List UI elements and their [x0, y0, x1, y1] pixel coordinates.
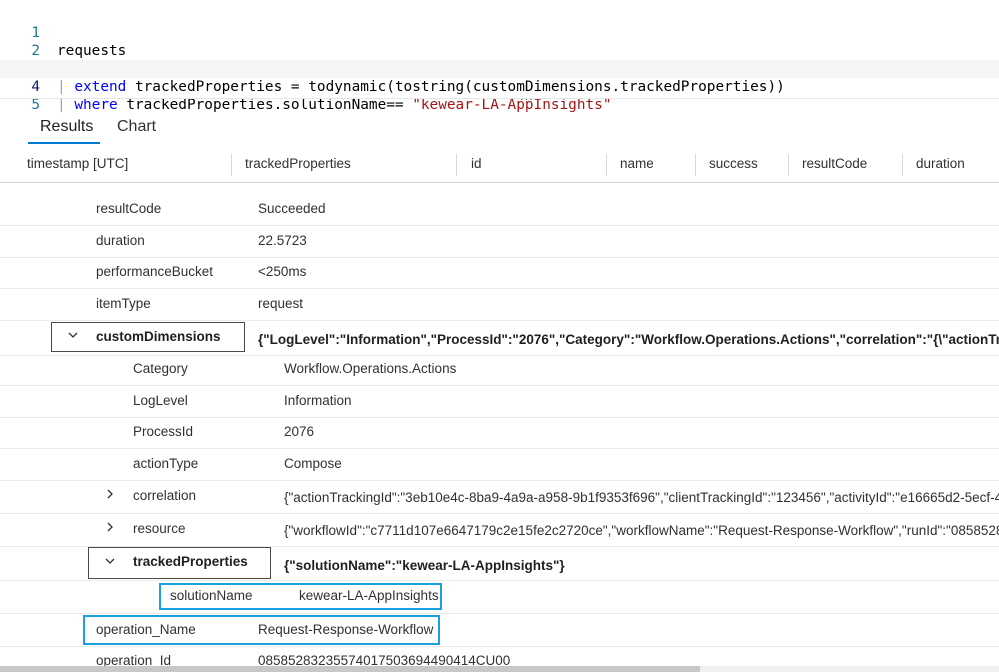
- property-key: actionType: [133, 456, 199, 471]
- property-value: {"solutionName":"kewear-LA-AppInsights"}: [284, 558, 565, 573]
- property-key: LogLevel: [133, 393, 188, 408]
- property-value: Request-Response-Workflow: [258, 622, 434, 637]
- results-table-header: timestamp [UTC] trackedProperties id nam…: [0, 146, 999, 183]
- column-divider[interactable]: [606, 154, 607, 176]
- detail-row-customdimensions[interactable]: customDimensions {"LogLevel":"Informatio…: [0, 321, 999, 356]
- query-editor[interactable]: 1 requests 2 | where operation_Name == "…: [0, 0, 999, 113]
- column-header-duration[interactable]: duration: [916, 156, 965, 171]
- property-key: trackedProperties: [133, 554, 248, 569]
- property-key: customDimensions: [96, 329, 221, 344]
- property-key: correlation: [133, 488, 197, 503]
- result-tabs: Results Chart: [0, 108, 999, 146]
- column-divider[interactable]: [788, 154, 789, 176]
- detail-row-trackedproperties[interactable]: trackedProperties {"solutionName":"kewea…: [0, 546, 999, 581]
- detail-row-operationname[interactable]: operation_Name Request-Response-Workflow: [0, 613, 999, 647]
- property-value: Succeeded: [258, 201, 326, 216]
- detail-row-itemtype[interactable]: itemType request: [0, 288, 999, 321]
- code-line-1[interactable]: 1 requests: [0, 6, 999, 59]
- detail-row-loglevel[interactable]: LogLevel Information: [0, 385, 999, 418]
- detail-row-operationid[interactable]: operation_Id 085852832355740175036944904…: [0, 646, 999, 668]
- chevron-down-icon[interactable]: [66, 329, 80, 345]
- property-key: Category: [133, 361, 188, 376]
- pane-resize-handle[interactable]: ...: [520, 88, 534, 103]
- code-line-4[interactable]: 4 | where trackedProperties.solutionName…: [0, 60, 999, 113]
- property-value: Workflow.Operations.Actions: [284, 361, 457, 376]
- property-value: {"actionTrackingId":"3eb10e4c-8ba9-4a9a-…: [284, 490, 999, 505]
- detail-row-performancebucket[interactable]: performanceBucket <250ms: [0, 256, 999, 289]
- column-header-success[interactable]: success: [709, 156, 758, 171]
- property-value: Information: [284, 393, 352, 408]
- property-key: solutionName: [170, 588, 253, 603]
- property-value: kewear-LA-AppInsights: [299, 588, 439, 603]
- property-value: <250ms: [258, 264, 307, 279]
- column-header-name[interactable]: name: [620, 156, 654, 171]
- active-tab-indicator: [28, 142, 100, 144]
- column-divider[interactable]: [456, 154, 457, 176]
- property-value: request: [258, 296, 304, 311]
- pane-splitter[interactable]: [0, 98, 999, 99]
- column-header-id[interactable]: id: [471, 156, 482, 171]
- tab-chart[interactable]: Chart: [117, 118, 156, 136]
- column-divider[interactable]: [902, 154, 903, 176]
- property-key: operation_Name: [96, 622, 196, 637]
- detail-row-actiontype[interactable]: actionType Compose: [0, 448, 999, 481]
- code-line-2[interactable]: 2 | where operation_Name == "Request-Res…: [0, 24, 999, 77]
- tab-results[interactable]: Results: [40, 118, 93, 136]
- detail-row-processid[interactable]: ProcessId 2076: [0, 416, 999, 449]
- scrollbar-thumb[interactable]: [0, 666, 700, 672]
- chevron-right-icon[interactable]: [103, 488, 117, 504]
- property-value: {"workflowId":"c7711d107e6647179c2e15fe2…: [284, 523, 999, 538]
- property-key: duration: [96, 233, 145, 248]
- code-line-3[interactable]: 3 | extend trackedProperties = todynamic…: [0, 42, 999, 95]
- property-value: {"LogLevel":"Information","ProcessId":"2…: [258, 332, 999, 347]
- property-key: ProcessId: [133, 424, 194, 439]
- property-value: 2076: [284, 424, 315, 439]
- column-header-timestamp[interactable]: timestamp [UTC]: [27, 156, 128, 171]
- detail-row-correlation[interactable]: correlation {"actionTrackingId":"3eb10e4…: [0, 480, 999, 514]
- column-header-resultcode[interactable]: resultCode: [802, 156, 867, 171]
- property-key: performanceBucket: [96, 264, 214, 279]
- column-header-trackedproperties[interactable]: trackedProperties: [245, 156, 351, 171]
- detail-row-duration[interactable]: duration 22.5723: [0, 225, 999, 258]
- detail-row-solutionname[interactable]: solutionName kewear-LA-AppInsights: [0, 580, 999, 614]
- column-divider[interactable]: [695, 154, 696, 176]
- property-value: 22.5723: [258, 233, 307, 248]
- column-divider[interactable]: [231, 154, 232, 176]
- property-value: Compose: [284, 456, 342, 471]
- property-key: resource: [133, 521, 186, 536]
- detail-row-category[interactable]: Category Workflow.Operations.Actions: [0, 353, 999, 386]
- code-line-5[interactable]: 5: [0, 78, 999, 113]
- horizontal-scrollbar[interactable]: [0, 666, 999, 672]
- property-key: resultCode: [96, 201, 162, 216]
- property-key: itemType: [96, 296, 151, 311]
- detail-row-resource[interactable]: resource {"workflowId":"c7711d107e664717…: [0, 513, 999, 547]
- detail-row-resultcode[interactable]: resultCode Succeeded: [0, 193, 999, 226]
- chevron-right-icon[interactable]: [103, 521, 117, 537]
- chevron-down-icon[interactable]: [103, 555, 117, 571]
